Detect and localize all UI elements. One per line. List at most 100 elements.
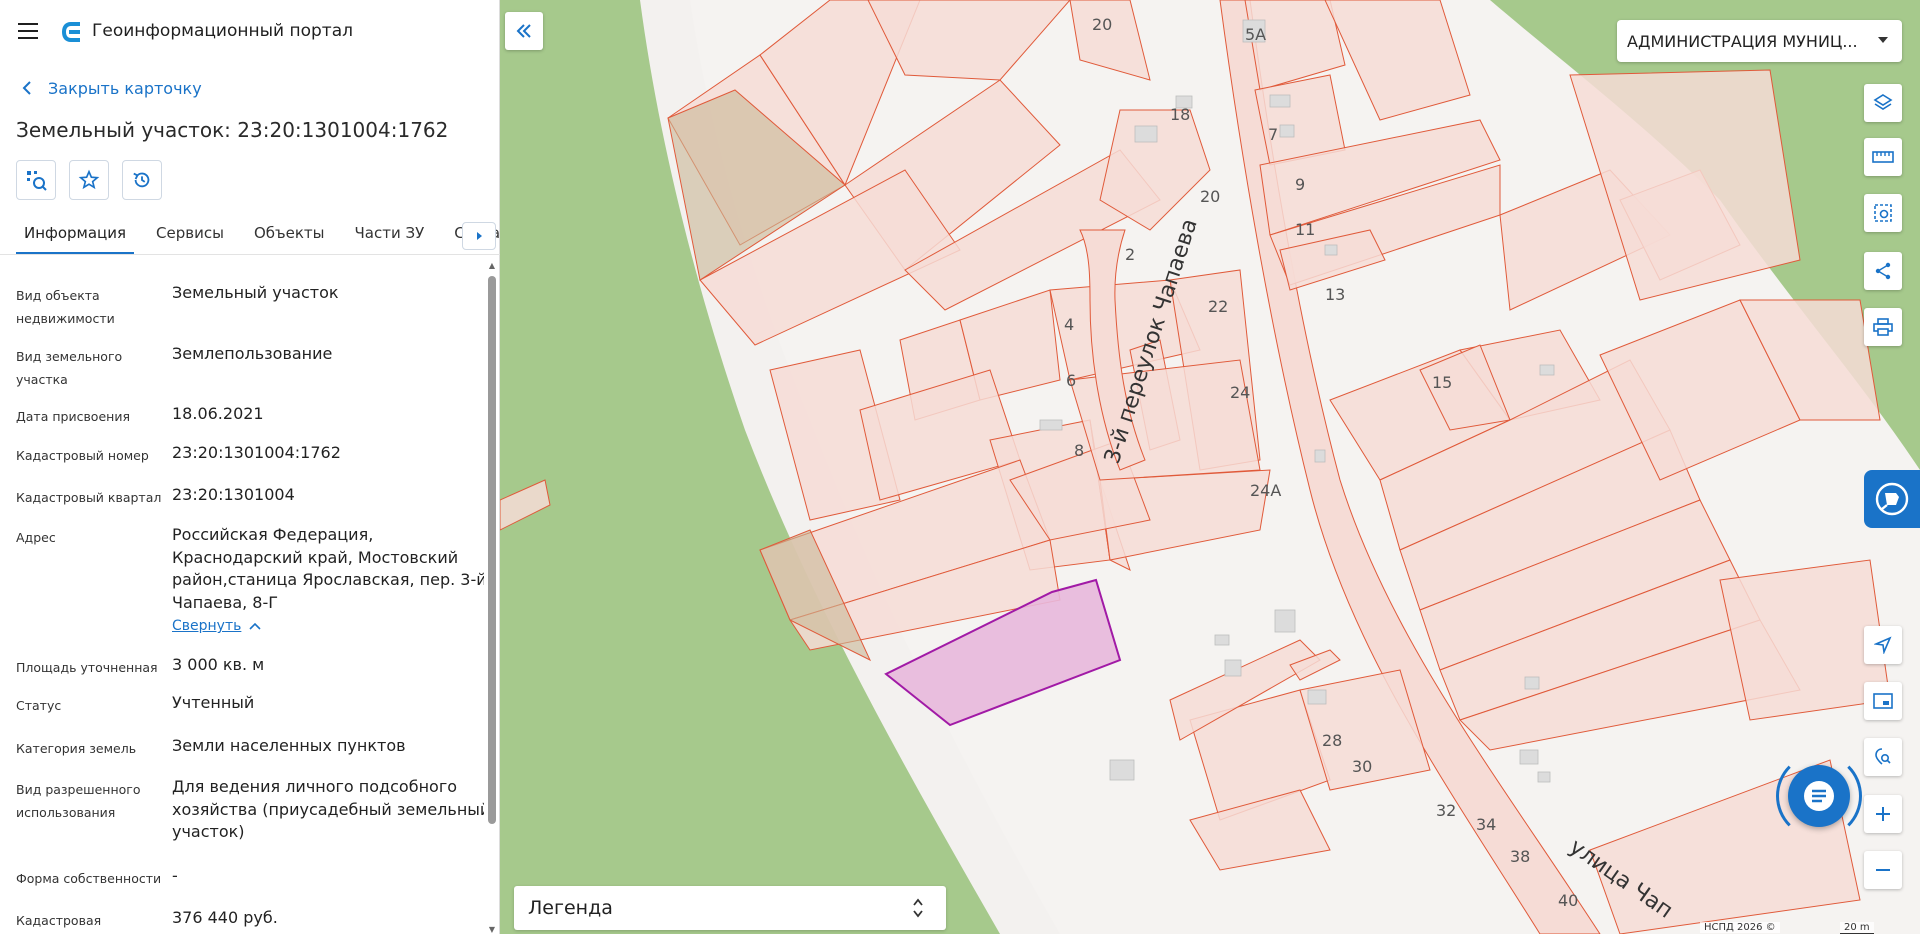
top-bar: Геоинформационный портал [0,0,500,64]
dropdown-arrow-icon [1878,37,1888,43]
zoom-in-button[interactable] [1864,795,1902,833]
tab-objects[interactable]: Объекты [246,218,333,254]
feedback-icon [1875,482,1909,516]
print-button[interactable] [1864,308,1902,346]
zoom-out-icon [1876,869,1890,871]
house-number: 8 [1074,441,1084,460]
card-tabs: Информация Сервисы Объекты Части ЗУ Сост… [16,218,509,254]
info-key: Форма собственности [16,871,162,886]
info-key: Кадастровый номер [16,448,149,463]
card-title: Земельный участок: 23:20:1301004:1762 [16,118,449,142]
share-icon [1875,262,1891,280]
scroll-down-arrow-icon[interactable]: ▼ [487,926,497,934]
history-button[interactable] [122,160,162,200]
chevron-up-icon [249,623,261,630]
house-number: 18 [1170,105,1190,124]
scroll-up-arrow-icon[interactable]: ▲ [487,262,497,270]
tab-services[interactable]: Сервисы [148,218,232,254]
house-number: 30 [1352,757,1372,776]
house-number: 13 [1325,285,1345,304]
find-on-map-icon [27,171,47,191]
info-value: Учтенный [172,693,255,712]
house-number: 38 [1510,847,1530,866]
app-title: Геоинформационный портал [92,21,353,41]
legend-label: Легенда [528,897,613,919]
house-number: 2 [1125,245,1135,264]
layers-button[interactable] [1864,84,1902,122]
info-value: - [172,866,178,885]
info-value: 18.06.2021 [172,404,264,423]
select-area-button[interactable] [1864,194,1902,232]
house-number: 6 [1066,371,1076,390]
house-number: 9 [1295,175,1305,194]
chevron-left-icon [22,81,31,95]
house-number: 34 [1476,815,1496,834]
history-icon [133,172,150,188]
tabs-scroll-right-button[interactable] [462,222,496,250]
feedback-button[interactable] [1864,470,1920,528]
search-location-button[interactable] [1864,738,1902,776]
minimap-icon [1873,693,1893,709]
locate-icon [1874,636,1892,654]
info-value: Землепользование [172,344,333,363]
left-panel: Геоинформационный портал Закрыть карточк… [0,0,509,934]
map-view[interactable]: 20 5А 18 7 9 20 11 2 13 22 4 15 6 24 8 2… [500,0,1920,934]
organization-select[interactable]: АДМИНИСТРАЦИЯ МУНИЦ... [1617,20,1902,62]
house-number: 20 [1200,187,1220,206]
collapse-address-link[interactable]: Свернуть [172,615,261,638]
tab-parts[interactable]: Части ЗУ [346,218,432,254]
find-on-map-button[interactable] [16,160,56,200]
info-key: Адрес [16,530,56,545]
tabs-divider [0,254,500,255]
house-number: 15 [1432,373,1452,392]
scrollbar-thumb[interactable] [488,276,496,824]
info-key: Вид земельного участка [16,349,123,387]
share-button[interactable] [1864,252,1902,290]
collapse-panel-button[interactable] [505,12,543,50]
organization-select-value: АДМИНИСТРАЦИЯ МУНИЦ... [1627,31,1858,51]
house-number: 40 [1558,891,1578,910]
chat-button[interactable] [1788,765,1850,827]
info-value: Земли населенных пунктов [172,736,406,755]
locate-button[interactable] [1864,626,1902,664]
card-actions [16,160,162,200]
layers-icon [1873,94,1893,110]
double-chevron-left-icon [516,24,531,38]
expand-collapse-icon [913,898,923,918]
house-number: 22 [1208,297,1228,316]
info-value: 23:20:1301004 [172,485,295,504]
info-key: Статус [16,698,62,713]
info-key: Площадь уточненная [16,660,158,675]
map-attribution: НСПД 2026 © [1700,922,1780,933]
house-number: 4 [1064,315,1074,334]
address-value: Российская Федерация, Краснодарский край… [172,525,484,612]
house-number: 32 [1436,801,1456,820]
print-icon [1873,318,1893,336]
house-number: 24А [1250,481,1281,500]
ruler-button[interactable] [1864,138,1902,176]
chat-icon [1804,781,1834,811]
map-canvas[interactable]: 20 5А 18 7 9 20 11 2 13 22 4 15 6 24 8 2… [500,0,1920,934]
legend-panel[interactable]: Легенда [514,886,946,930]
info-list: Вид объекта недвижимости Земельный участ… [0,262,484,934]
tab-info[interactable]: Информация [16,218,135,254]
house-number: 5А [1245,25,1266,44]
close-card-link[interactable]: Закрыть карточку [18,78,202,98]
caret-right-icon [477,232,482,240]
info-value: 3 000 кв. м [172,655,265,674]
favorite-button[interactable] [69,160,109,200]
info-key: Категория земель [16,741,137,756]
house-number: 7 [1268,125,1278,144]
info-value: Российская Федерация, Краснодарский край… [172,524,484,638]
info-key: Дата присвоения [16,409,130,424]
minimap-button[interactable] [1864,682,1902,720]
menu-icon[interactable] [18,23,38,39]
favorite-star-icon [78,169,100,190]
info-value: Для ведения личного подсобного хозяйства… [172,777,484,841]
house-number: 11 [1295,220,1315,239]
zoom-out-button[interactable] [1864,851,1902,889]
info-value: Земельный участок [172,283,339,302]
info-value: 376 440 руб. [172,908,278,927]
ruler-icon [1872,151,1894,163]
zoom-in-icon [1876,807,1890,821]
